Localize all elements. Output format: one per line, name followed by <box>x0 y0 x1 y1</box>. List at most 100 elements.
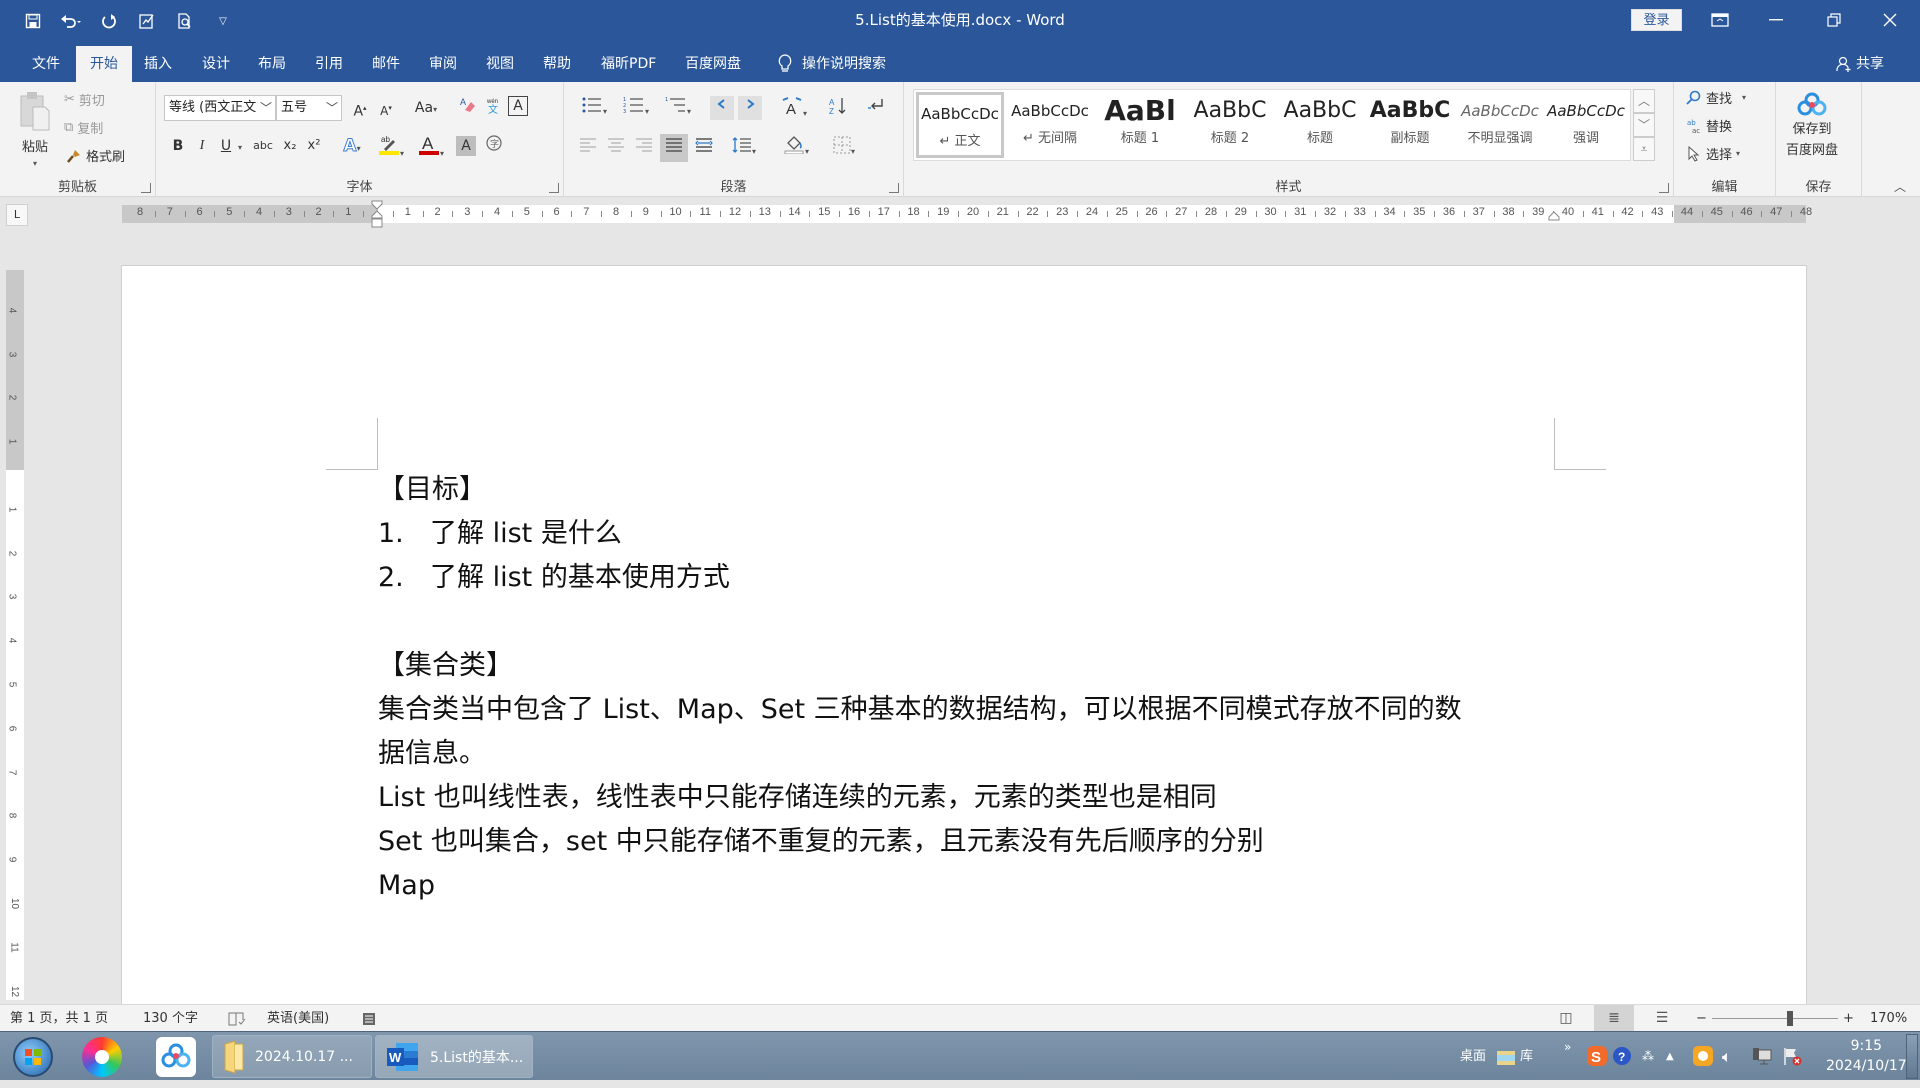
tab-help[interactable]: 帮助 <box>533 46 581 82</box>
macro-icon[interactable] <box>362 1005 376 1032</box>
phonetic-guide-button[interactable]: wén 文 <box>482 96 506 120</box>
tab-mailings[interactable]: 邮件 <box>362 46 410 82</box>
document-page[interactable]: 【目标】 1. 了解 list 是什么 2. 了解 list 的基本使用方式 【集合… <box>122 266 1806 1016</box>
increase-indent-button[interactable] <box>738 96 762 120</box>
styles-scroll-up[interactable]: ︿ <box>1633 89 1655 113</box>
zoom-in-button[interactable]: + <box>1843 1005 1854 1032</box>
vertical-ruler[interactable]: 4 3 2 1 1 2 3 4 5 6 7 8 9 10 11 12 <box>6 270 24 1000</box>
print-layout-button[interactable]: ≣ <box>1594 1005 1634 1032</box>
style-subtle-emphasis[interactable]: AaBbCcDc 不明显强调 <box>1456 92 1544 158</box>
font-dialog-launcher[interactable] <box>549 183 559 193</box>
select-button[interactable]: 选择 ▾ <box>1686 144 1740 163</box>
tab-review[interactable]: 审阅 <box>419 46 467 82</box>
paste-button[interactable]: 粘贴 ▾ <box>18 90 52 168</box>
read-mode-button[interactable]: ◫ <box>1546 1005 1586 1032</box>
language-indicator[interactable]: 英语(美国) <box>267 1005 329 1032</box>
volume-icon[interactable]: 🔈︎ <box>1722 1032 1732 1081</box>
document-body[interactable]: 【目标】 1. 了解 list 是什么 2. 了解 list 的基本使用方式 【集合… <box>378 468 1678 908</box>
subscript-button[interactable]: x₂ <box>278 134 302 158</box>
collapse-ribbon-button[interactable]: ︿ <box>1894 178 1906 195</box>
underline-dropdown[interactable]: ▾ <box>234 134 246 158</box>
show-desktop-button[interactable] <box>1906 1034 1918 1079</box>
clipboard-dialog-launcher[interactable] <box>141 183 151 193</box>
strikethrough-button[interactable]: abc <box>248 134 278 158</box>
paste-dropdown-icon[interactable]: ▾ <box>33 159 37 168</box>
action-center-flag-icon[interactable] <box>1782 1032 1802 1081</box>
minimize-button[interactable] <box>1748 0 1804 40</box>
style-emphasis[interactable]: AaBbCcDc 强调 <box>1542 92 1630 158</box>
font-name-combo[interactable]: 等线 (西文正文 ﹀ <box>164 95 276 121</box>
highlight-button[interactable]: ab ▾ <box>374 132 408 158</box>
show-hidden-icons-button[interactable]: ▲ <box>1666 1032 1674 1081</box>
justify-button[interactable] <box>660 134 688 162</box>
zoom-out-button[interactable]: − <box>1696 1005 1707 1032</box>
style-title[interactable]: AaBbC 标题 <box>1276 92 1364 158</box>
shrink-font-button[interactable]: A▾ <box>374 96 398 120</box>
tab-file[interactable]: 文件 <box>22 46 70 82</box>
baidu-netdisk-taskbar-icon[interactable] <box>156 1037 196 1077</box>
style-subtitle[interactable]: AaBbC 副标题 <box>1366 92 1454 158</box>
bullets-button[interactable]: ▾ <box>576 96 612 120</box>
close-button[interactable] <box>1862 0 1918 40</box>
shading-button[interactable]: ▾ <box>778 134 814 158</box>
desktop-toolbar[interactable]: 桌面 <box>1460 1032 1486 1081</box>
ime-options-icon[interactable]: ⁂ <box>1642 1032 1654 1081</box>
format-painter-button[interactable]: 格式刷 <box>66 146 125 165</box>
bold-button[interactable]: B <box>166 134 190 158</box>
library-toolbar[interactable]: 库 <box>1496 1032 1533 1081</box>
font-size-combo[interactable]: 五号 ﹀ <box>276 95 342 121</box>
right-indent-marker-icon[interactable] <box>1548 211 1560 221</box>
page-count[interactable]: 第 1 页，共 1 页 <box>10 1005 108 1032</box>
ribbon-display-options-button[interactable] <box>1692 0 1748 40</box>
replace-button[interactable]: ab ac 替换 <box>1686 116 1732 136</box>
chevron-down-icon[interactable]: ﹀ <box>326 96 338 120</box>
taskbar-task-word[interactable]: W 5.List的基本... <box>375 1035 533 1078</box>
cut-button[interactable]: ✂ 剪切 <box>64 90 105 109</box>
styles-dialog-launcher[interactable] <box>1659 183 1669 193</box>
sort-button[interactable]: AZ <box>826 96 850 120</box>
style-heading-2[interactable]: AaBbC 标题 2 <box>1186 92 1274 158</box>
borders-button[interactable]: ▾ <box>826 136 862 160</box>
login-button[interactable]: 登录 <box>1631 9 1682 31</box>
text-effects-button[interactable]: A▾ <box>336 134 368 158</box>
tab-selector[interactable]: L <box>6 204 28 226</box>
clock[interactable]: 9:15 2024/10/17 <box>1826 1038 1907 1074</box>
decrease-indent-button[interactable] <box>710 96 734 120</box>
clear-formatting-button[interactable]: A <box>456 96 480 120</box>
style-normal[interactable]: AaBbCcDc ↵ 正文 <box>916 92 1004 158</box>
proofing-icon[interactable] <box>228 1005 246 1032</box>
save-to-baidu-button[interactable]: 保存到 百度网盘 <box>1786 92 1838 158</box>
show-hide-marks-button[interactable] <box>864 96 888 120</box>
align-right-button[interactable] <box>632 136 656 160</box>
word-count[interactable]: 130 个字 <box>143 1005 198 1032</box>
styles-more-button[interactable]: ⩡ <box>1633 137 1655 161</box>
tab-design[interactable]: 设计 <box>192 46 240 82</box>
tab-home[interactable]: 开始 <box>76 46 132 82</box>
character-border-button[interactable]: A <box>508 96 528 116</box>
tell-me-search[interactable]: 操作说明搜索 <box>778 46 886 82</box>
taskbar-task-explorer[interactable]: 2024.10.17 ... <box>212 1035 372 1078</box>
tab-references[interactable]: 引用 <box>305 46 353 82</box>
start-button[interactable] <box>13 1037 53 1077</box>
tab-view[interactable]: 视图 <box>476 46 524 82</box>
indent-marker-icon[interactable] <box>371 200 383 228</box>
chevron-down-icon[interactable]: ﹀ <box>260 96 272 120</box>
numbering-button[interactable]: 1 2 3 ▾ <box>618 96 654 120</box>
sogou-ime-icon[interactable]: S <box>1586 1032 1608 1081</box>
change-case-button[interactable]: Aa▾ <box>408 96 444 120</box>
network-icon[interactable] <box>1752 1032 1772 1081</box>
character-shading-button[interactable]: A <box>456 136 476 156</box>
share-button[interactable]: 共享 <box>1836 46 1884 82</box>
tab-baidu-netdisk[interactable]: 百度网盘 <box>675 46 751 82</box>
italic-button[interactable]: I <box>190 134 214 158</box>
superscript-button[interactable]: x² <box>302 134 326 158</box>
tab-layout[interactable]: 布局 <box>248 46 296 82</box>
align-center-button[interactable] <box>604 136 628 160</box>
zoom-level[interactable]: 170% <box>1870 1005 1907 1032</box>
paragraph-dialog-launcher[interactable] <box>889 183 899 193</box>
restore-button[interactable] <box>1806 0 1862 40</box>
styles-scroll-down[interactable]: ﹀ <box>1633 113 1655 137</box>
web-layout-button[interactable]: ☰ <box>1642 1005 1682 1032</box>
grow-font-button[interactable]: A▴ <box>348 96 372 120</box>
line-spacing-button[interactable]: ▾ <box>726 136 762 160</box>
